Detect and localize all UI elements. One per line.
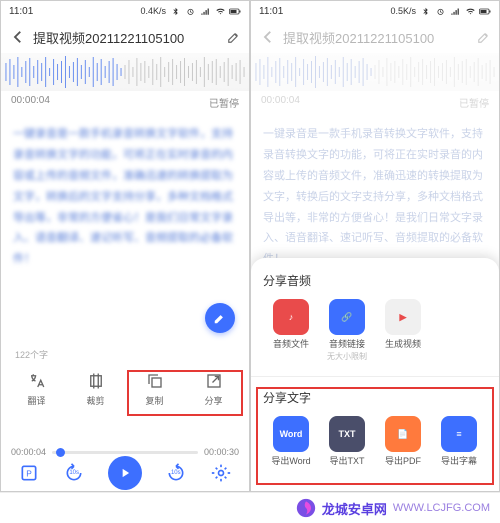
share-text-item-2[interactable]: 📄 导出PDF bbox=[375, 416, 431, 467]
status-time: 11:01 bbox=[9, 6, 33, 17]
edit-icon[interactable] bbox=[227, 30, 241, 44]
battery-icon bbox=[229, 6, 241, 16]
action-copy[interactable]: 复制 bbox=[125, 371, 184, 407]
progress-slider[interactable] bbox=[52, 451, 198, 454]
timeline-row: 00:00:04 已暂停 bbox=[251, 91, 499, 114]
waveform[interactable] bbox=[1, 53, 249, 91]
waveform bbox=[251, 53, 499, 91]
edit-fab[interactable] bbox=[205, 303, 235, 333]
share-audio-item-icon: 🔗 bbox=[329, 299, 365, 335]
share-text-item-icon: ≡ bbox=[441, 416, 477, 452]
wifi-icon bbox=[464, 6, 476, 16]
share-text-item-icon: 📄 bbox=[385, 416, 421, 452]
status-bar: 11:01 0.5K/s bbox=[251, 1, 499, 21]
back-icon[interactable] bbox=[259, 28, 277, 46]
net-speed: 0.5K/s bbox=[390, 6, 416, 16]
watermark-footer: 龙城安卓网 WWW.LCJFG.COM bbox=[0, 492, 500, 523]
battery-icon bbox=[479, 6, 491, 16]
forward-10-icon[interactable]: 10s bbox=[165, 462, 187, 484]
status-indicators: 0.4K/s bbox=[140, 6, 241, 16]
action-share[interactable]: 分享 bbox=[184, 371, 243, 407]
share-text-item-label: 导出TXT bbox=[330, 456, 365, 467]
brand-name: 龙城安卓网 bbox=[322, 499, 387, 518]
transcript-text: 一键录音是一款手机录音转换文字软件，支持录音转换文字的功能，可将正在实时录音的内… bbox=[251, 114, 499, 280]
settings-icon[interactable] bbox=[210, 462, 232, 484]
page-title: 提取视频20211221105100 bbox=[33, 28, 221, 47]
alarm-icon bbox=[434, 6, 446, 16]
share-text-item-3[interactable]: ≡ 导出字幕 bbox=[431, 416, 487, 467]
share-text-item-1[interactable]: TXT 导出TXT bbox=[319, 416, 375, 467]
play-status: 已暂停 bbox=[459, 95, 489, 110]
divider bbox=[251, 376, 499, 377]
edit-icon[interactable] bbox=[477, 30, 491, 44]
svg-text:P: P bbox=[27, 468, 33, 478]
word-count: 122个字 bbox=[15, 348, 48, 361]
page-title: 提取视频20211221105100 bbox=[283, 28, 471, 47]
bluetooth-icon bbox=[169, 6, 181, 16]
share-audio-item-sublabel: 无大小限制 bbox=[327, 351, 367, 362]
net-speed: 0.4K/s bbox=[140, 6, 166, 16]
share-audio-title: 分享音频 bbox=[263, 272, 487, 289]
alarm-icon bbox=[184, 6, 196, 16]
share-audio-row: ♪ 音频文件 🔗 音频链接无大小限制 ▶ 生成视频 bbox=[263, 299, 487, 362]
current-time: 00:00:04 bbox=[261, 95, 300, 110]
share-text-title: 分享文字 bbox=[263, 389, 487, 406]
action-crop[interactable]: 裁剪 bbox=[66, 371, 125, 407]
action-translate[interactable]: 翻译 bbox=[7, 371, 66, 407]
phone-right: 11:01 0.5K/s 提取视频20211221105100 00:00:04 bbox=[250, 0, 500, 492]
share-audio-item-icon: ▶ bbox=[385, 299, 421, 335]
play-status: 已暂停 bbox=[209, 95, 239, 110]
player-total: 00:00:30 bbox=[204, 447, 239, 457]
share-audio-item-label: 音频文件 bbox=[273, 339, 309, 350]
crop-icon bbox=[86, 371, 106, 391]
share-text-item-0[interactable]: Word 导出Word bbox=[263, 416, 319, 467]
copy-icon bbox=[145, 371, 165, 391]
share-audio-item-icon: ♪ bbox=[273, 299, 309, 335]
share-audio-item-2[interactable]: ▶ 生成视频 bbox=[375, 299, 431, 362]
action-label: 翻译 bbox=[27, 394, 45, 407]
bluetooth-icon bbox=[419, 6, 431, 16]
share-text-item-label: 导出字幕 bbox=[441, 456, 477, 467]
phone-left: 11:01 0.4K/s bbox=[0, 0, 250, 492]
share-text-item-icon: Word bbox=[273, 416, 309, 452]
share-text-item-icon: TXT bbox=[329, 416, 365, 452]
player-controls: P 10s 10s bbox=[1, 457, 249, 489]
header: 提取视频20211221105100 bbox=[251, 21, 499, 53]
share-icon bbox=[204, 371, 224, 391]
share-audio-item-label: 音频链接 bbox=[329, 339, 365, 350]
status-indicators: 0.5K/s bbox=[390, 6, 491, 16]
brand-url: WWW.LCJFG.COM bbox=[393, 502, 490, 514]
share-sheet: 分享音频 ♪ 音频文件 🔗 音频链接无大小限制 ▶ 生成视频 分享文字 Word 导出Wor… bbox=[251, 258, 499, 491]
signal-icon bbox=[449, 6, 461, 16]
share-audio-item-label: 生成视频 bbox=[385, 339, 421, 350]
share-text-item-label: 导出Word bbox=[271, 456, 310, 467]
player-pos: 00:00:04 bbox=[11, 447, 46, 457]
current-time: 00:00:04 bbox=[11, 95, 50, 110]
action-label: 裁剪 bbox=[86, 394, 104, 407]
brand-logo-icon bbox=[296, 498, 316, 518]
back-icon[interactable] bbox=[9, 28, 27, 46]
action-label: 分享 bbox=[204, 394, 222, 407]
signal-icon bbox=[199, 6, 211, 16]
lyrics-icon[interactable]: P bbox=[18, 462, 40, 484]
timeline-row: 00:00:04 已暂停 bbox=[1, 91, 249, 114]
play-button[interactable] bbox=[108, 456, 142, 490]
share-text-row: Word 导出Word TXT 导出TXT 📄 导出PDF ≡ 导出字幕 bbox=[263, 416, 487, 467]
rewind-10-icon[interactable]: 10s bbox=[63, 462, 85, 484]
status-bar: 11:01 0.4K/s bbox=[1, 1, 249, 21]
share-text-item-label: 导出PDF bbox=[385, 456, 421, 467]
share-audio-item-0[interactable]: ♪ 音频文件 bbox=[263, 299, 319, 362]
status-time: 11:01 bbox=[259, 6, 283, 17]
action-label: 复制 bbox=[145, 394, 163, 407]
wifi-icon bbox=[214, 6, 226, 16]
transcript-text[interactable]: 一键录音是一款手机录音转换文字软件，支持录音转换文字的功能，可将正在实时录音的内… bbox=[1, 114, 249, 280]
action-row: 翻译 裁剪 复制 分享 bbox=[1, 365, 249, 413]
translate-icon bbox=[27, 371, 47, 391]
share-audio-item-1[interactable]: 🔗 音频链接无大小限制 bbox=[319, 299, 375, 362]
header: 提取视频20211221105100 bbox=[1, 21, 249, 53]
